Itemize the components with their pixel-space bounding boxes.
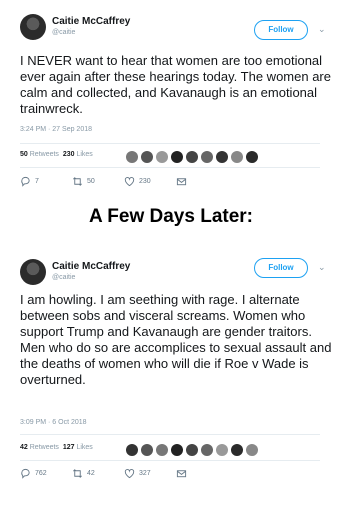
retweet-icon [73,469,82,478]
like-count: 230 [139,178,151,185]
tweet-text: I am howling. I am seething with rage. I… [20,292,332,387]
tweet-actions: 762 42 327 [20,468,187,479]
liker-avatars [126,444,258,456]
envelope-icon [176,470,187,478]
reply-count: 7 [35,178,39,185]
reply-icon [21,468,30,479]
retweets-count[interactable]: 50 [20,151,28,158]
retweet-icon [73,177,82,186]
timestamp[interactable]: 3:24 PM · 27 Sep 2018 [20,126,92,133]
avatar[interactable] [216,444,228,456]
liker-avatars [126,151,258,163]
avatar[interactable] [141,151,153,163]
avatar[interactable] [201,151,213,163]
avatar[interactable] [246,151,258,163]
headline: A Few Days Later: [88,206,253,227]
tweet-actions: 7 50 230 [20,176,187,187]
avatar[interactable] [141,444,153,456]
author-name[interactable]: Caitie McCaffrey [52,261,130,272]
retweet-count: 50 [87,178,95,185]
avatar[interactable] [156,444,168,456]
tweet-text: I NEVER want to hear that women are too … [20,53,331,116]
divider [20,167,320,168]
chevron-down-icon[interactable]: ⌄ [318,24,326,35]
retweets-label: Retweets [29,444,59,451]
avatar[interactable] [186,444,198,456]
engagement-stats: 42 Retweets 127 Likes [20,444,93,451]
timestamp[interactable]: 3:09 PM · 6 Oct 2018 [20,419,87,426]
avatar[interactable] [126,151,138,163]
likes-label: Likes [76,444,93,451]
retweet-button[interactable]: 50 [72,176,124,187]
follow-button[interactable]: Follow [254,20,308,40]
avatar[interactable] [231,444,243,456]
avatar[interactable] [171,151,183,163]
chevron-down-icon[interactable]: ⌄ [318,262,326,273]
retweet-count: 42 [87,470,95,477]
reply-icon [21,176,30,187]
like-button[interactable]: 327 [124,468,176,479]
heart-icon [124,177,135,187]
retweet-button[interactable]: 42 [72,468,124,479]
like-count: 327 [139,470,151,477]
avatar[interactable] [246,444,258,456]
likes-count[interactable]: 230 [63,151,75,158]
reply-count: 762 [35,470,47,477]
avatar[interactable] [156,151,168,163]
retweets-label: Retweets [29,151,59,158]
divider [20,143,320,144]
avatar[interactable] [186,151,198,163]
avatar[interactable] [201,444,213,456]
message-button[interactable] [176,176,187,187]
avatar[interactable] [171,444,183,456]
heart-icon [124,469,135,479]
avatar[interactable] [20,14,46,40]
likes-label: Likes [76,151,93,158]
reply-button[interactable]: 7 [20,176,72,187]
avatar[interactable] [20,259,46,285]
message-button[interactable] [176,468,187,479]
author-handle[interactable]: @caitie [52,29,75,36]
avatar[interactable] [216,151,228,163]
retweets-count[interactable]: 42 [20,444,28,451]
avatar[interactable] [231,151,243,163]
follow-button[interactable]: Follow [254,258,308,278]
like-button[interactable]: 230 [124,176,176,187]
likes-count[interactable]: 127 [63,444,75,451]
author-name[interactable]: Caitie McCaffrey [52,16,130,27]
divider [20,434,320,435]
envelope-icon [176,178,187,186]
engagement-stats: 50 Retweets 230 Likes [20,151,93,158]
avatar[interactable] [126,444,138,456]
author-handle[interactable]: @caitie [52,274,75,281]
reply-button[interactable]: 762 [20,468,72,479]
divider [20,460,320,461]
